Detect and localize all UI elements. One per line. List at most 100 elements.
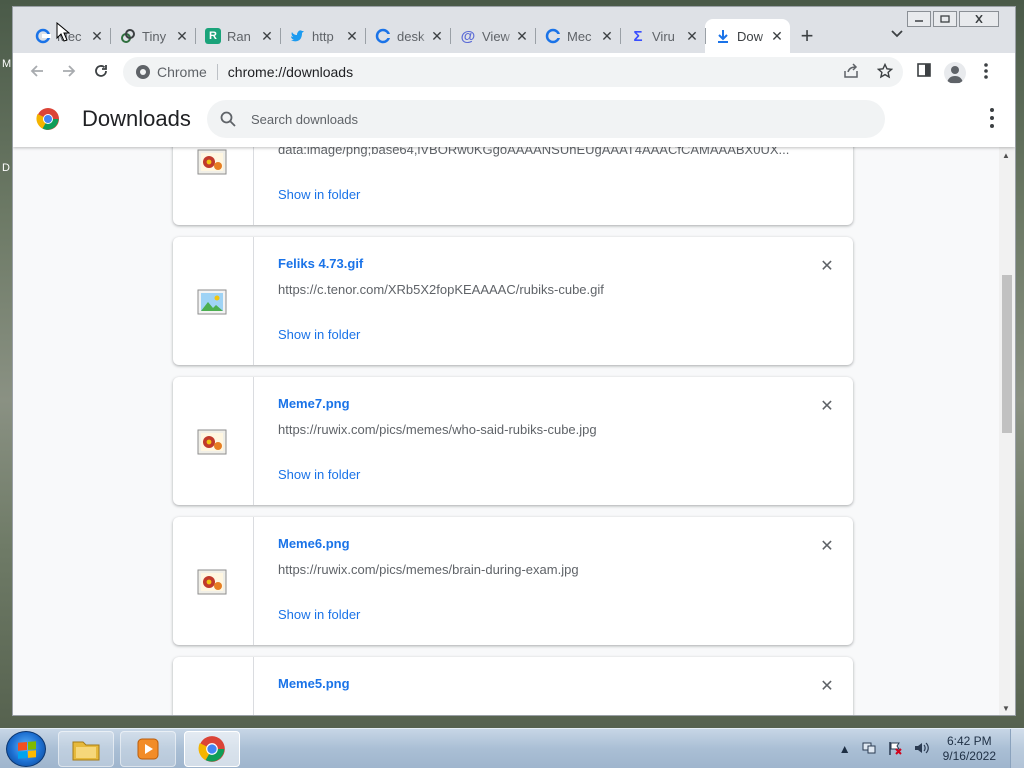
link-icon [120, 28, 136, 44]
tab-mec-2[interactable]: Mec ✕ [535, 19, 620, 53]
edge-style-icon [375, 28, 391, 44]
remove-download-button[interactable]: ✕ [819, 256, 835, 276]
downloads-page: Downloads data:image/png;base64,iVBO [13, 91, 1015, 715]
desktop-label-left: D [2, 162, 10, 174]
download-file-name[interactable]: Meme6.png [278, 536, 350, 551]
back-arrow-icon[interactable] [27, 62, 47, 82]
tab-close-button[interactable]: ✕ [90, 28, 104, 45]
url-text[interactable]: chrome://downloads [228, 64, 353, 80]
tab-downloads[interactable]: Dow ✕ [705, 19, 790, 53]
download-url[interactable]: https://c.tenor.com/XRb5X2fopKEAAAAC/rub… [278, 282, 604, 297]
download-file-name[interactable]: Meme7.png [278, 396, 350, 411]
profile-avatar-icon[interactable] [944, 62, 966, 84]
download-icon [715, 28, 731, 44]
download-item: Meme7.png https://ruwix.com/pics/memes/w… [173, 377, 853, 505]
chrome-logo-icon [36, 108, 59, 130]
maximize-button[interactable] [933, 11, 957, 27]
show-in-folder-link[interactable]: Show in folder [278, 327, 360, 342]
chrome-menu-icon[interactable] [983, 62, 989, 85]
tab-title: View [482, 28, 510, 44]
search-icon [220, 111, 236, 127]
page-title: Downloads [82, 106, 191, 131]
taskbar-media-player[interactable] [120, 731, 176, 767]
scroll-down-arrow-icon[interactable]: ▼ [1002, 704, 1010, 713]
action-center-flag-icon[interactable] [887, 740, 903, 759]
tab-close-button[interactable]: ✕ [600, 28, 614, 45]
tab-close-button[interactable]: ✕ [685, 28, 699, 45]
desktop-label-left: M [2, 58, 12, 70]
forward-arrow-icon[interactable] [59, 62, 79, 82]
show-in-folder-link[interactable]: Show in folder [278, 187, 360, 202]
tab-close-button[interactable]: ✕ [345, 28, 359, 45]
file-icon-column [173, 657, 254, 715]
scrollbar-thumb[interactable] [1002, 275, 1012, 433]
tab-close-button[interactable]: ✕ [175, 28, 189, 45]
file-icon-column [173, 517, 254, 645]
start-button[interactable] [6, 731, 46, 767]
show-in-folder-link[interactable]: Show in folder [278, 607, 360, 622]
download-item: Feliks 4.73.gif https://c.tenor.com/XRb5… [173, 237, 853, 365]
tab-title: desk [397, 28, 425, 44]
tab-http[interactable]: http ✕ [280, 19, 365, 53]
show-hidden-icons-arrow-icon[interactable]: ▲ [839, 742, 851, 756]
r-letter-icon: R [205, 28, 221, 44]
tab-close-button[interactable]: ✕ [770, 28, 784, 45]
omnibox-actions [843, 62, 894, 83]
reload-icon[interactable] [91, 62, 111, 82]
network-icon[interactable] [861, 740, 877, 759]
tab-viru[interactable]: Σ Viru ✕ [620, 19, 705, 53]
search-input[interactable] [251, 111, 851, 127]
volume-icon[interactable] [913, 740, 929, 759]
tab-view[interactable]: @ View ✕ [450, 19, 535, 53]
share-icon[interactable] [843, 63, 859, 83]
download-file-name[interactable]: Feliks 4.73.gif [278, 256, 363, 271]
taskbar-explorer[interactable] [58, 731, 114, 767]
tab-close-button[interactable]: ✕ [515, 28, 529, 45]
windows-taskbar: ▲ 6:42 PM 9/16/2022 [0, 728, 1024, 768]
show-in-folder-link[interactable]: Show in folder [278, 467, 360, 482]
download-url[interactable]: https://ruwix.com/pics/memes/who-said-ru… [278, 422, 597, 437]
edge-style-icon [545, 28, 561, 44]
tab-close-button[interactable]: ✕ [260, 28, 274, 45]
minimize-button[interactable] [907, 11, 931, 27]
download-item: Meme6.png https://ruwix.com/pics/memes/b… [173, 517, 853, 645]
tab-tiny[interactable]: Tiny ✕ [110, 19, 195, 53]
close-window-button[interactable] [959, 11, 999, 27]
mouse-cursor-icon [56, 22, 70, 42]
tab-strip: Mec ✕ Tiny ✕ R Ran ✕ http ✕ desk ✕ @ Vie… [25, 19, 824, 53]
remove-download-button[interactable]: ✕ [819, 396, 835, 416]
scroll-up-arrow-icon[interactable]: ▲ [1002, 151, 1010, 160]
tab-desk[interactable]: desk ✕ [365, 19, 450, 53]
download-file-name[interactable]: Meme5.png [278, 676, 350, 691]
bookmark-star-icon[interactable] [876, 62, 894, 83]
tab-title: Viru [652, 28, 675, 44]
search-downloads-box[interactable] [207, 100, 885, 138]
tab-ran[interactable]: R Ran ✕ [195, 19, 280, 53]
clock-date: 9/16/2022 [942, 749, 996, 763]
new-tab-button[interactable]: + [790, 19, 824, 53]
page-scrollbar[interactable]: ▲ ▼ [999, 147, 1015, 715]
chrome-icon [198, 736, 225, 762]
system-tray: ▲ 6:42 PM 9/16/2022 [839, 729, 1024, 768]
at-sign-icon: @ [460, 27, 476, 45]
tab-search-chevron-icon[interactable] [891, 27, 903, 41]
remove-download-button[interactable]: ✕ [819, 676, 835, 696]
remove-download-button[interactable]: ✕ [819, 536, 835, 556]
clock-time: 6:42 PM [946, 734, 992, 748]
download-url[interactable]: https://ruwix.com/pics/memes/brain-durin… [278, 562, 579, 577]
browser-toolbar: Chrome chrome://downloads [13, 53, 1015, 91]
side-panel-icon[interactable] [916, 62, 932, 83]
taskbar-chrome[interactable] [184, 731, 240, 767]
tab-close-button[interactable]: ✕ [430, 28, 444, 45]
media-player-icon [137, 738, 159, 760]
image-file-icon [197, 429, 227, 455]
show-desktop-button[interactable] [1010, 729, 1024, 768]
picture-file-icon [197, 289, 227, 315]
download-item: Meme5.png ✕ [173, 657, 853, 715]
file-icon-column [173, 237, 254, 365]
title-bar: Mec ✕ Tiny ✕ R Ran ✕ http ✕ desk ✕ @ Vie… [13, 7, 1015, 53]
tab-title: Mec [567, 28, 592, 44]
more-actions-icon[interactable] [989, 108, 995, 128]
taskbar-clock[interactable]: 6:42 PM 9/16/2022 [943, 734, 996, 764]
address-bar[interactable]: Chrome chrome://downloads [123, 57, 903, 87]
